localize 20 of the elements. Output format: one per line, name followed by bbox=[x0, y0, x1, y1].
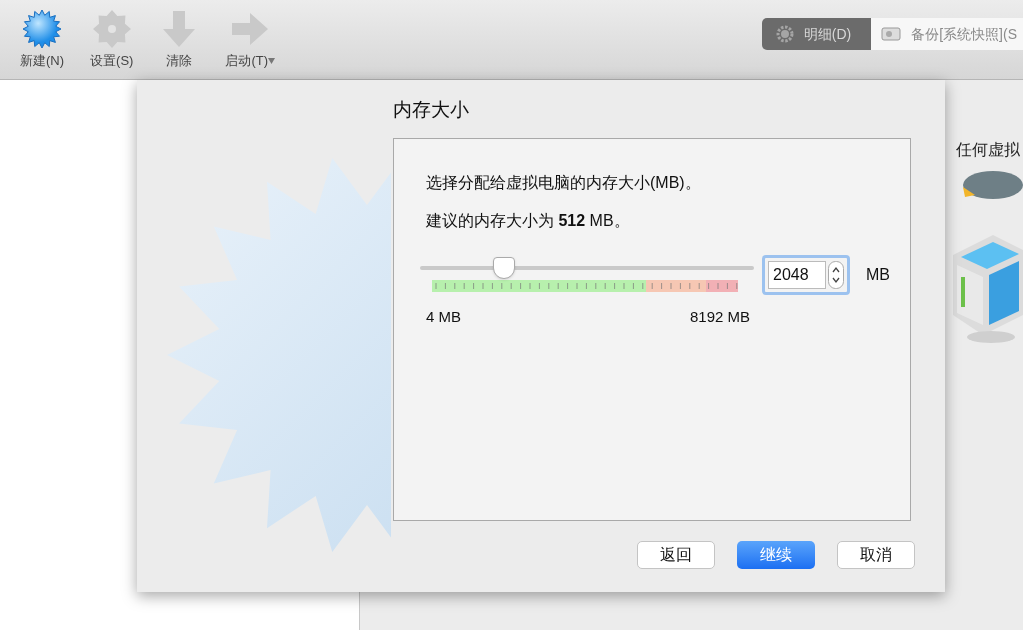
camera-icon bbox=[881, 27, 902, 41]
stepper-icon[interactable] bbox=[828, 261, 844, 289]
gear-icon bbox=[775, 25, 794, 43]
dialog-button[interactable]: 返回 bbox=[637, 541, 715, 569]
description-text: 选择分配给虚拟电脑的内存大小(MB)。 bbox=[426, 173, 702, 193]
welcome-text: 任何虚拟 bbox=[956, 141, 1020, 158]
dialog-button[interactable]: 取消 bbox=[837, 541, 915, 569]
view-tab[interactable]: 明细(D) bbox=[761, 18, 872, 50]
unit-label: MB bbox=[866, 265, 890, 285]
memory-field[interactable]: 2048 bbox=[762, 255, 850, 295]
memory-input[interactable]: 2048 bbox=[768, 261, 826, 289]
memory-slider[interactable] bbox=[420, 257, 754, 279]
recommendation-text: 建议的内存大小为 512 MB。 bbox=[426, 211, 631, 231]
toolbar-button[interactable]: 新建(N) bbox=[16, 8, 69, 71]
max-label: 8192 MB bbox=[689, 307, 750, 327]
gear-icon bbox=[91, 8, 132, 49]
starburst-icon bbox=[22, 8, 62, 49]
slider-thumb[interactable] bbox=[492, 257, 515, 279]
dialog-title: 内存大小 bbox=[393, 98, 470, 122]
min-label: 4 MB bbox=[426, 307, 461, 327]
